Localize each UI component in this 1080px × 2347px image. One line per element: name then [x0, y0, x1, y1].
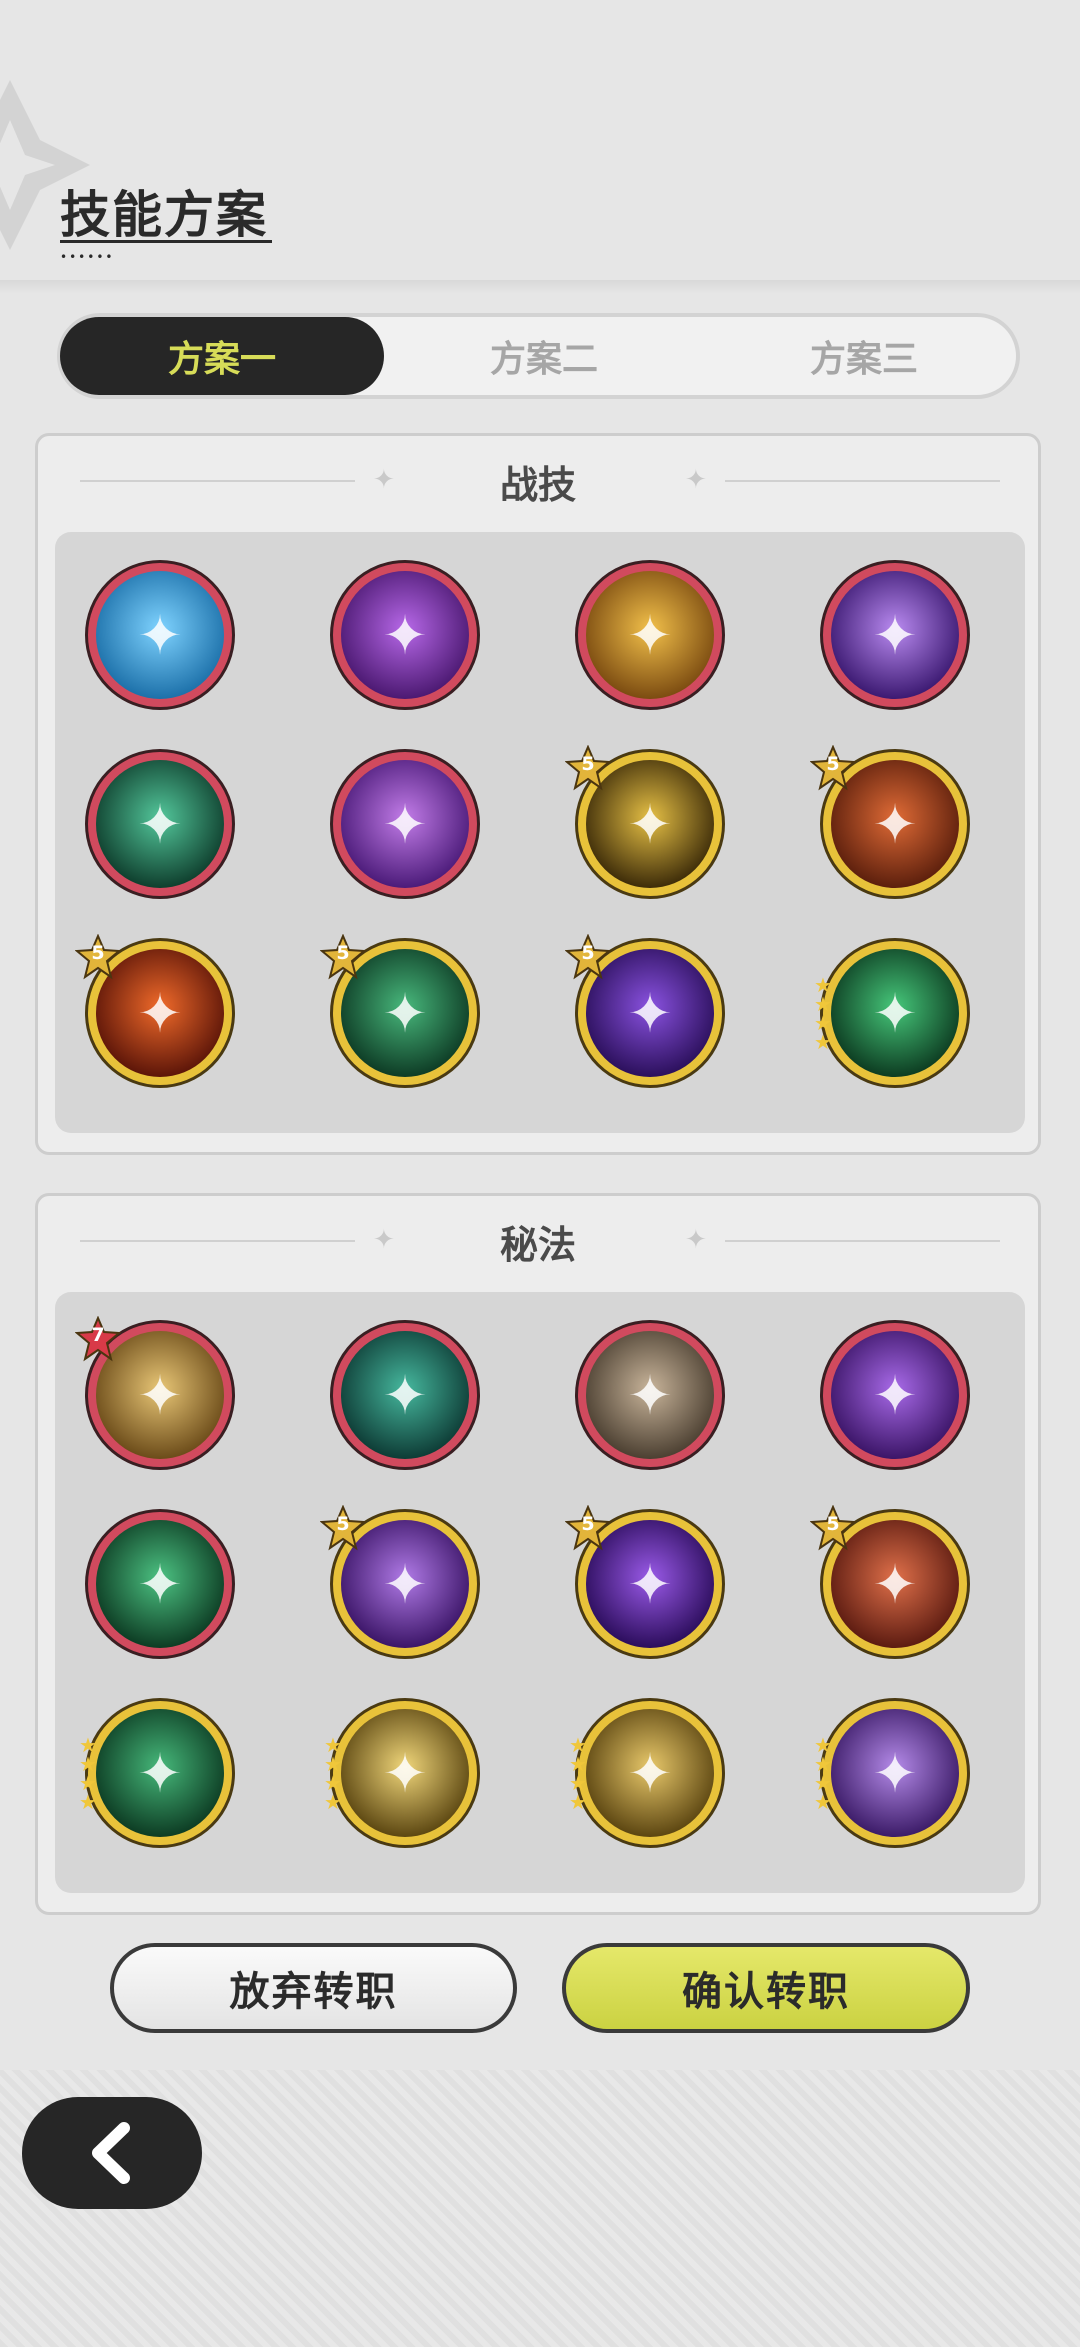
level-badge-number: 5: [336, 942, 350, 964]
abandon-class-change-button[interactable]: 放弃转职: [110, 1943, 517, 2033]
level-badge-number: 5: [336, 1513, 350, 1535]
combat-skills-panel: ✦ 战技 ✦ ✦ ✦ ✦ ✦ ✦ ✦ ✦ 5 ✦ 5 ✦ 5 ✦ 5 ✦ 5 ✦ ★ ★ ★ ★: [35, 433, 1041, 1155]
fist-crash-skill[interactable]: ✦ 5: [809, 1504, 970, 1659]
ice-burst-icon: ✦: [96, 571, 224, 699]
level-badge-number: 5: [581, 942, 595, 964]
level-badge-star-icon: 5: [809, 744, 857, 791]
panel-header: ✦ 秘法 ✦: [38, 1196, 1038, 1288]
tab-plan-3[interactable]: 方案三: [705, 317, 1023, 395]
level-badge-number: 7: [91, 1324, 105, 1346]
green-totem-skill[interactable]: ✦: [85, 1509, 235, 1659]
gold-crystal-skill[interactable]: ✦ 5: [564, 744, 725, 899]
green-spirit-icon: ✦: [96, 760, 224, 888]
divider: [725, 480, 1000, 482]
rank-stars-icon: ★ ★ ★ ★: [569, 1733, 587, 1814]
skill-glyph: ✦: [627, 1741, 673, 1805]
skill-glyph: ✦: [627, 603, 673, 667]
golden-golem-icon: ✦: [586, 571, 714, 699]
arcane-hand-icon: ✦: [831, 1709, 959, 1837]
skill-glyph: ✦: [382, 1741, 428, 1805]
skill-glyph: ✦: [137, 792, 183, 856]
skill-glyph: ✦: [872, 1363, 918, 1427]
level-badge-star-icon: 5: [319, 1504, 367, 1551]
green-spirit-skill[interactable]: ✦: [85, 749, 235, 899]
rank-stars-icon: ★ ★ ★ ★: [814, 973, 832, 1054]
skill-glyph: ✦: [872, 603, 918, 667]
golden-spark-icon: ✦: [341, 1709, 469, 1837]
violet-star-skill[interactable]: ✦: [330, 560, 480, 710]
level-badge-star-icon: 5: [564, 744, 612, 791]
green-wings-icon: ✦: [96, 1709, 224, 1837]
sparkle-icon: ✦: [685, 465, 707, 495]
title-underline: [60, 240, 272, 243]
golden-golem-skill[interactable]: ✦: [575, 560, 725, 710]
arcane-shield-skill[interactable]: ✦ 5: [564, 933, 725, 1088]
mystic-eye-skill[interactable]: ✦ 5: [319, 1504, 480, 1659]
chevron-left-icon: [92, 2122, 130, 2184]
violet-star-icon: ✦: [341, 571, 469, 699]
secret-arts-panel: ✦ 秘法 ✦ ✦ 7 ✦ ✦ ✦ ✦ ✦ 5 ✦ 5 ✦ 5 ✦ ★ ★ ★ ★ ✦ ★ ★ ★ ★ ✦ ★ ★ ★ ★ ✦ ★ ★ ★ ★: [35, 1193, 1041, 1915]
level-badge-number: 5: [826, 1513, 840, 1535]
level-badge-number: 5: [826, 753, 840, 775]
skill-glyph: ✦: [627, 1363, 673, 1427]
thorn-vine-skill[interactable]: ✦ 5: [319, 933, 480, 1088]
skill-glyph: ✦: [872, 1741, 918, 1805]
level-badge-number: 5: [581, 1513, 595, 1535]
green-comet-skill[interactable]: ✦ ★ ★ ★ ★: [814, 938, 970, 1088]
level-badge-star-icon: 5: [319, 933, 367, 980]
divider: [725, 1240, 1000, 1242]
purple-strike-icon: ✦: [831, 1331, 959, 1459]
level-badge-star-icon: 7: [74, 1315, 122, 1362]
level-badge-star-icon: 5: [74, 933, 122, 980]
back-button[interactable]: [22, 2097, 202, 2209]
skill-glyph: ✦: [872, 981, 918, 1045]
plan-tabs: 方案一 方案二 方案三: [57, 313, 1020, 399]
page-title: 技能方案: [60, 186, 268, 244]
skill-glyph: ✦: [382, 603, 428, 667]
skill-glyph: ✦: [137, 1741, 183, 1805]
level-badge-number: 5: [581, 753, 595, 775]
rank-stars-icon: ★ ★ ★ ★: [324, 1733, 342, 1814]
level-badge-number: 5: [91, 942, 105, 964]
skill-glyph: ✦: [382, 792, 428, 856]
skill-glyph: ✦: [137, 603, 183, 667]
ice-burst-skill[interactable]: ✦: [85, 560, 235, 710]
golden-dash-skill[interactable]: ✦ ★ ★ ★ ★: [569, 1698, 725, 1848]
secret-skill-grid: ✦ 7 ✦ ✦ ✦ ✦ ✦ 5 ✦ 5 ✦ 5 ✦ ★ ★ ★ ★ ✦ ★ ★ ★ ★ ✦ ★ ★ ★ ★ ✦ ★ ★ ★ ★: [55, 1292, 1025, 1893]
green-totem-icon: ✦: [96, 1520, 224, 1648]
purple-pillar-skill[interactable]: ✦: [820, 560, 970, 710]
stone-figure-skill[interactable]: ✦: [575, 1320, 725, 1470]
violet-crest-icon: ✦: [341, 760, 469, 888]
purple-pillar-icon: ✦: [831, 571, 959, 699]
prayer-figure-skill[interactable]: ✦ 7: [74, 1315, 235, 1470]
void-orb-skill[interactable]: ✦ 5: [564, 1504, 725, 1659]
fireball-skill[interactable]: ✦ 5: [74, 933, 235, 1088]
title-dots: ••••••: [60, 250, 115, 264]
green-wings-skill[interactable]: ✦ ★ ★ ★ ★: [79, 1698, 235, 1848]
healing-figure-icon: ✦: [341, 1331, 469, 1459]
tab-plan-2[interactable]: 方案二: [383, 317, 705, 395]
tab-plan-1[interactable]: 方案一: [60, 317, 384, 395]
green-comet-icon: ✦: [831, 949, 959, 1077]
golden-spark-skill[interactable]: ✦ ★ ★ ★ ★: [324, 1698, 480, 1848]
confirm-class-change-button[interactable]: 确认转职: [562, 1943, 970, 2033]
fire-shield-skill[interactable]: ✦ 5: [809, 744, 970, 899]
skill-glyph: ✦: [137, 1552, 183, 1616]
level-badge-star-icon: 5: [564, 933, 612, 980]
sparkle-icon: ✦: [685, 1225, 707, 1255]
combat-skill-grid: ✦ ✦ ✦ ✦ ✦ ✦ ✦ 5 ✦ 5 ✦ 5 ✦ 5 ✦ 5 ✦ ★ ★ ★ ★: [55, 532, 1025, 1133]
skill-glyph: ✦: [382, 1363, 428, 1427]
level-badge-star-icon: 5: [809, 1504, 857, 1551]
header-divider: [0, 280, 1080, 294]
rank-stars-icon: ★ ★ ★ ★: [814, 1733, 832, 1814]
purple-strike-skill[interactable]: ✦: [820, 1320, 970, 1470]
violet-crest-skill[interactable]: ✦: [330, 749, 480, 899]
healing-figure-skill[interactable]: ✦: [330, 1320, 480, 1470]
rank-stars-icon: ★ ★ ★ ★: [79, 1733, 97, 1814]
stone-figure-icon: ✦: [586, 1331, 714, 1459]
panel-header: ✦ 战技 ✦: [38, 436, 1038, 528]
level-badge-star-icon: 5: [564, 1504, 612, 1551]
golden-dash-icon: ✦: [586, 1709, 714, 1837]
arcane-hand-skill[interactable]: ✦ ★ ★ ★ ★: [814, 1698, 970, 1848]
